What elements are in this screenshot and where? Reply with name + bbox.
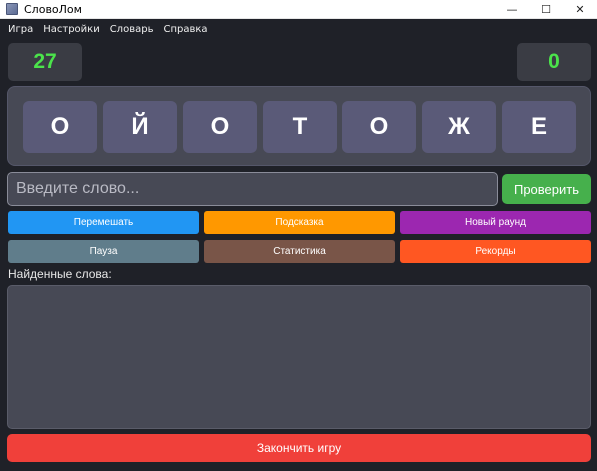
letter-tile[interactable]: Й [103, 101, 177, 153]
check-button[interactable]: Проверить [502, 174, 591, 204]
score-display: 27 [8, 43, 82, 81]
maximize-button[interactable]: ☐ [529, 0, 563, 19]
close-button[interactable]: ✕ [563, 0, 597, 19]
found-words-label: Найденные слова: [8, 267, 112, 281]
shuffle-button[interactable]: Перемешать [8, 211, 199, 234]
found-count-display: 0 [517, 43, 591, 81]
menu-settings[interactable]: Настройки [38, 24, 104, 35]
new-round-button[interactable]: Новый раунд [400, 211, 591, 234]
word-input[interactable] [7, 172, 498, 206]
menu-help[interactable]: Справка [158, 24, 212, 35]
letter-tile[interactable]: Т [263, 101, 337, 153]
letter-tile[interactable]: О [183, 101, 257, 153]
letter-tile[interactable]: Ж [422, 101, 496, 153]
letter-tile[interactable]: О [23, 101, 97, 153]
hint-button[interactable]: Подсказка [204, 211, 395, 234]
letter-tile[interactable]: О [342, 101, 416, 153]
menu-game[interactable]: Игра [3, 24, 38, 35]
found-words-list[interactable] [7, 285, 591, 429]
menu-dictionary[interactable]: Словарь [105, 24, 159, 35]
minimize-button[interactable]: — [495, 0, 529, 19]
pause-button[interactable]: Пауза [8, 240, 199, 263]
letter-tile[interactable]: Е [502, 101, 576, 153]
menu-bar: Игра Настройки Словарь Справка [0, 19, 597, 39]
window-controls: — ☐ ✕ [495, 0, 597, 19]
window-title: СловоЛом [24, 2, 82, 16]
records-button[interactable]: Рекорды [400, 240, 591, 263]
end-game-button[interactable]: Закончить игру [7, 434, 591, 462]
letters-panel: О Й О Т О Ж Е [7, 86, 591, 166]
app-icon [6, 3, 18, 15]
title-bar: СловоЛом — ☐ ✕ [0, 0, 597, 19]
statistics-button[interactable]: Статистика [204, 240, 395, 263]
